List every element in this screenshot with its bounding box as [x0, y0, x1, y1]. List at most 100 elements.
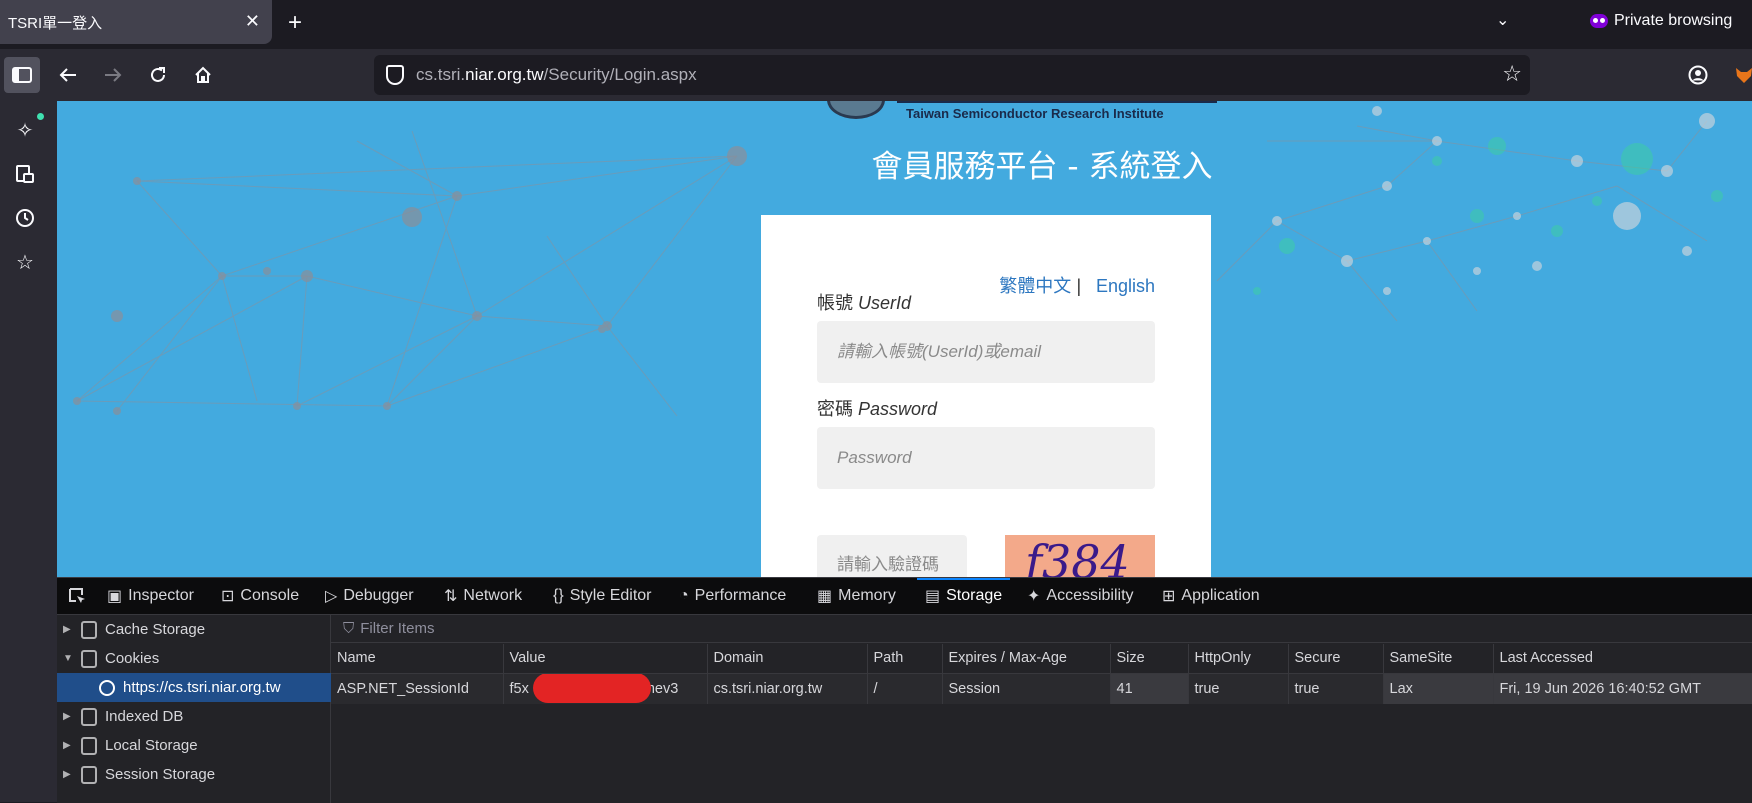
- sidebar-toggle-icon[interactable]: [4, 57, 40, 93]
- tab-application[interactable]: ⊞ Application: [1162, 578, 1260, 614]
- chevron-down-icon[interactable]: ⌄: [1496, 10, 1509, 30]
- browser-tab[interactable]: TSRI單一登入 ✕: [0, 0, 272, 44]
- cell-value[interactable]: f5x mev3: [503, 673, 708, 704]
- column-header[interactable]: Expires / Max-Age: [942, 644, 1111, 674]
- bookmark-star-icon[interactable]: ☆: [1502, 61, 1522, 87]
- tree-item-session-storage[interactable]: ▶ Session Storage: [57, 760, 331, 789]
- tab-style-editor[interactable]: {} Style Editor: [553, 578, 652, 614]
- synced-tabs-icon[interactable]: [12, 161, 38, 187]
- cell-name[interactable]: ASP.NET_SessionId: [331, 673, 504, 704]
- userid-label-zh: 帳號: [817, 293, 853, 313]
- collapse-arrow-icon[interactable]: ▼: [63, 653, 75, 664]
- history-clock-icon[interactable]: [12, 205, 38, 231]
- expand-arrow-icon[interactable]: ▶: [63, 624, 75, 635]
- shield-icon[interactable]: [386, 65, 404, 85]
- tab-inspector[interactable]: ▣ Inspector: [107, 578, 194, 614]
- cookie-table: Name Value Domain Path Expires / Max-Age…: [331, 644, 1752, 704]
- back-arrow-icon[interactable]: [50, 57, 86, 93]
- userid-label: 帳號 UserId: [817, 289, 911, 315]
- captcha-input[interactable]: [817, 535, 967, 577]
- cell-samesite[interactable]: Lax: [1383, 673, 1494, 704]
- url-bar[interactable]: cs.tsri. niar.org.tw/Security/Login.aspx …: [374, 55, 1530, 95]
- column-header[interactable]: Domain: [707, 644, 868, 674]
- lang-zh-link[interactable]: 繁體中文: [999, 276, 1071, 296]
- tab-network[interactable]: ⇅ Network: [444, 578, 522, 614]
- column-header[interactable]: SameSite: [1383, 644, 1494, 674]
- memory-icon: ▦: [817, 588, 833, 605]
- cell-last-accessed[interactable]: Fri, 19 Jun 2026 16:40:52 GMT: [1493, 673, 1752, 704]
- column-header[interactable]: Value: [503, 644, 708, 674]
- userid-input[interactable]: [817, 321, 1155, 383]
- filter-funnel-icon: ⛉: [343, 620, 355, 637]
- cell-expires[interactable]: Session: [942, 673, 1111, 704]
- logo-wordmark: [897, 101, 1217, 103]
- extension-fox-icon[interactable]: [1726, 57, 1752, 93]
- account-icon[interactable]: [1680, 57, 1716, 93]
- private-mask-icon: [1590, 14, 1608, 28]
- tab-network-label: Network: [463, 587, 523, 604]
- style-editor-icon: {}: [553, 587, 564, 604]
- forward-arrow-icon[interactable]: [95, 57, 131, 93]
- performance-icon: ◔: [679, 587, 689, 604]
- tab-storage[interactable]: ▤ Storage: [916, 578, 1011, 614]
- cell-httponly[interactable]: true: [1188, 673, 1289, 704]
- ai-sparkle-icon[interactable]: ✧: [12, 113, 44, 143]
- element-picker-icon[interactable]: [67, 578, 87, 614]
- tree-label: Cookies: [105, 650, 160, 667]
- globe-icon: [99, 679, 115, 696]
- column-header[interactable]: Path: [867, 644, 943, 674]
- value-start: f5x: [509, 680, 529, 697]
- captcha-image[interactable]: f384: [1005, 535, 1155, 577]
- cookie-table-panel: ⛉ Name Value Domain Path Expires / Max-A…: [331, 615, 1752, 803]
- password-input[interactable]: [817, 427, 1155, 489]
- tree-item-cookies[interactable]: ▼ Cookies: [57, 644, 331, 673]
- column-header[interactable]: Name: [331, 644, 504, 674]
- close-tab-icon[interactable]: ✕: [245, 11, 260, 32]
- tab-console-label: Console: [240, 587, 300, 604]
- expand-arrow-icon[interactable]: ▶: [63, 711, 75, 722]
- tab-storage-label: Storage: [946, 587, 1003, 604]
- expand-arrow-icon[interactable]: ▶: [63, 740, 75, 751]
- tab-style-editor-label: Style Editor: [569, 587, 652, 604]
- reload-icon[interactable]: [140, 57, 176, 93]
- tree-item-cache-storage[interactable]: ▶ Cache Storage: [57, 615, 331, 644]
- redaction-mark: [532, 673, 651, 703]
- column-header[interactable]: Secure: [1288, 644, 1384, 674]
- private-browsing-indicator: Private browsing: [1590, 12, 1732, 30]
- tree-label: Indexed DB: [105, 708, 184, 725]
- cell-path[interactable]: /: [867, 673, 943, 704]
- column-header[interactable]: Last Accessed: [1493, 644, 1752, 674]
- network-icon: ⇅: [444, 588, 458, 605]
- cell-domain[interactable]: cs.tsri.niar.org.tw: [707, 673, 868, 704]
- table-row[interactable]: ASP.NET_SessionId f5x mev3 cs.tsri.niar.o…: [331, 673, 1752, 704]
- password-label-zh: 密碼: [817, 399, 853, 419]
- new-tab-icon[interactable]: +: [288, 9, 302, 37]
- devtools-panel: ▣ Inspector ⊡ Console ▷ Debugger ⇅ Network {…: [57, 577, 1752, 803]
- tab-memory[interactable]: ▦ Memory: [817, 578, 896, 614]
- tree-item-cookie-host[interactable]: https://cs.tsri.niar.org.tw: [57, 673, 331, 702]
- tab-debugger[interactable]: ▷ Debugger: [325, 578, 414, 614]
- filter-items-input[interactable]: [360, 620, 761, 637]
- notification-dot: [37, 113, 44, 120]
- expand-arrow-icon[interactable]: ▶: [63, 769, 75, 780]
- lang-en-link[interactable]: English: [1096, 276, 1155, 296]
- table-header-row: Name Value Domain Path Expires / Max-Age…: [331, 644, 1752, 674]
- tab-accessibility[interactable]: ✦ Accessibility: [1027, 578, 1134, 614]
- page-title: 會員服務平台 - 系統登入: [871, 149, 1213, 185]
- tab-console[interactable]: ⊡ Console: [221, 578, 299, 614]
- column-header[interactable]: HttpOnly: [1188, 644, 1289, 674]
- database-icon: [81, 765, 97, 784]
- cell-size[interactable]: 41: [1110, 673, 1189, 704]
- tab-performance[interactable]: ◔ Performance: [679, 578, 786, 614]
- tab-inspector-label: Inspector: [128, 587, 194, 604]
- login-page: Taiwan Semiconductor Research Institute …: [57, 101, 1752, 577]
- language-switcher: 繁體中文 | English: [999, 272, 1155, 298]
- cell-secure[interactable]: true: [1288, 673, 1384, 704]
- console-icon: ⊡: [221, 588, 235, 605]
- home-icon[interactable]: [185, 57, 221, 93]
- tab-debugger-label: Debugger: [343, 587, 414, 604]
- tree-item-local-storage[interactable]: ▶ Local Storage: [57, 731, 331, 760]
- tree-item-indexed-db[interactable]: ▶ Indexed DB: [57, 702, 331, 731]
- bookmarks-star-icon[interactable]: ☆: [12, 249, 38, 275]
- column-header[interactable]: Size: [1110, 644, 1189, 674]
